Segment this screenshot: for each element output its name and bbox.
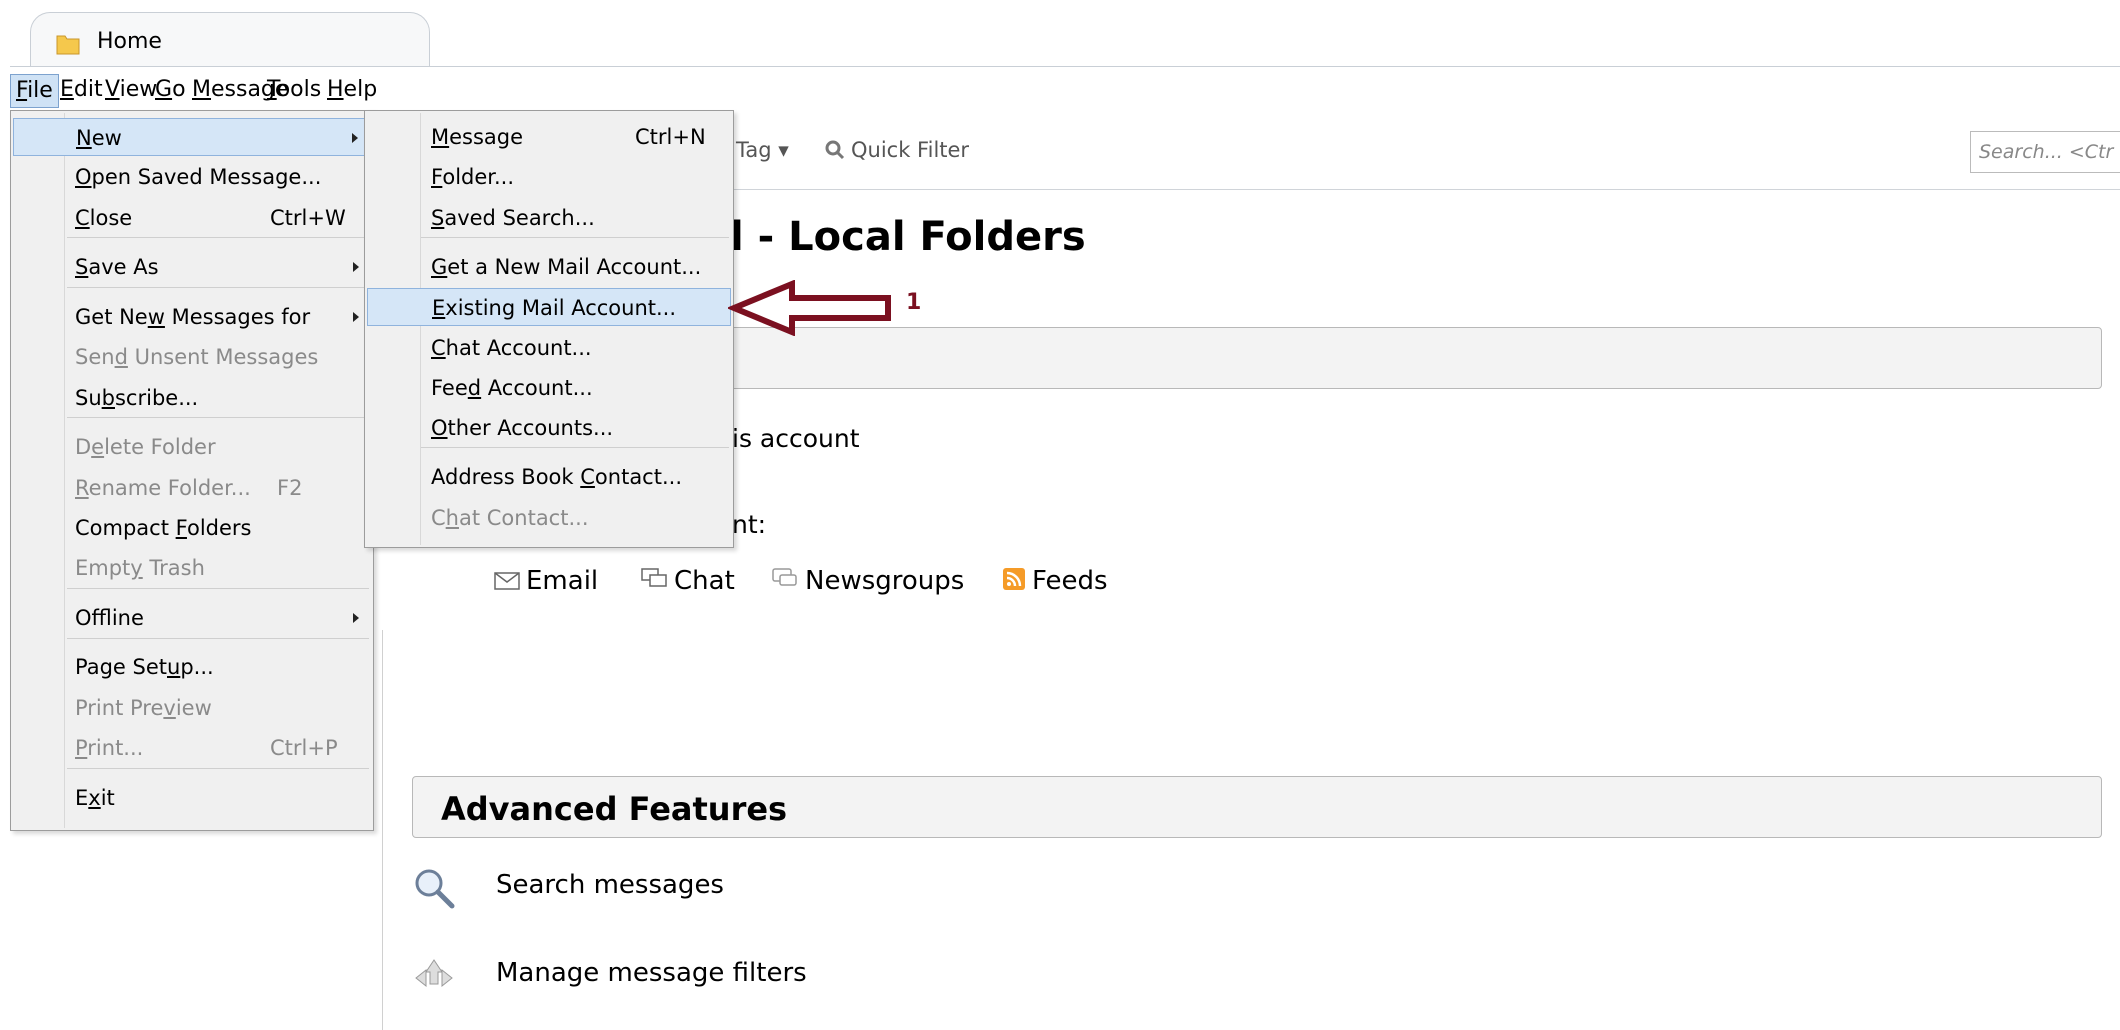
file-menu-item-exit[interactable]: Exit: [13, 779, 371, 817]
tab-label: Home: [97, 29, 162, 54]
new-submenu: Message Ctrl+N Folder... Saved Search... Get…: [364, 110, 734, 548]
folder-icon: [56, 35, 80, 55]
chat-icon: [641, 568, 667, 587]
file-menu-item-page-setup[interactable]: Page Setup...: [13, 648, 371, 686]
annotation-arrow-icon: [728, 280, 891, 336]
folder-pane-divider: [382, 630, 383, 1030]
new-menu-item-other-accounts[interactable]: Other Accounts...: [367, 409, 731, 447]
new-menu-item-address-book-contact[interactable]: Address Book Contact...: [367, 458, 731, 496]
file-menu-item-send-unsent-messages: Send Unsent Messages: [75, 345, 319, 369]
file-menu-item-compact-folders[interactable]: Compact Folders: [13, 509, 371, 547]
submenu-arrow-icon: [352, 133, 358, 143]
file-menu-item-offline[interactable]: Offline: [13, 599, 371, 637]
advanced-features-header: Advanced Features: [412, 776, 2102, 838]
new-menu-item-message[interactable]: Message Ctrl+N: [367, 118, 731, 156]
file-menu-item-empty-trash: Empty Trash: [75, 556, 205, 580]
menu-separator: [67, 588, 369, 589]
filter-icon: [415, 959, 453, 988]
file-menu-item-print: Print... Ctrl+P: [75, 736, 338, 760]
file-menu-item-delete-folder: Delete Folder: [75, 435, 216, 459]
menu-separator: [421, 447, 729, 448]
account-title: l - Local Folders: [730, 214, 1086, 260]
menu-go[interactable]: Go: [150, 74, 191, 106]
create-feeds-link[interactable]: Feeds: [1002, 566, 1108, 596]
newsgroups-icon: [772, 568, 797, 586]
new-menu-item-saved-search[interactable]: Saved Search...: [367, 199, 731, 237]
menu-help[interactable]: Help: [322, 74, 382, 106]
create-chat-link[interactable]: Chat: [640, 566, 735, 596]
envelope-icon: [494, 572, 520, 590]
menu-separator: [67, 417, 369, 418]
create-account-text: nt:: [732, 510, 767, 539]
menu-separator: [67, 768, 369, 769]
create-email-link[interactable]: Email: [494, 566, 598, 596]
menu-separator: [67, 287, 369, 288]
submenu-arrow-icon: [353, 613, 359, 623]
file-menu-item-print-preview: Print Preview: [75, 696, 212, 720]
magnifier-icon: [415, 869, 455, 909]
menu-tools[interactable]: Tools: [262, 74, 326, 106]
file-menu-item-rename-folder: Rename Folder... F2: [75, 476, 303, 500]
new-menu-item-feed-account[interactable]: Feed Account...: [367, 369, 731, 407]
file-menu-item-subscribe[interactable]: Subscribe...: [13, 379, 371, 417]
manage-filters-label: Manage message filters: [496, 958, 807, 988]
new-menu-item-get-a-new-mail-account[interactable]: Get a New Mail Account...: [367, 248, 731, 286]
file-menu-item-get-new-messages-for[interactable]: Get New Messages for: [13, 298, 371, 336]
new-menu-item-folder[interactable]: Folder...: [367, 158, 731, 196]
file-menu-item-new[interactable]: New: [13, 118, 371, 156]
submenu-arrow-icon: [353, 312, 359, 322]
file-menu-item-close[interactable]: Close Ctrl+W: [13, 199, 371, 237]
advanced-features-title: Advanced Features: [441, 790, 788, 828]
tag-button[interactable]: Tag ▾: [736, 138, 789, 162]
search-input[interactable]: Search... <Ctr: [1970, 131, 2120, 173]
quick-filter-button[interactable]: Quick Filter: [825, 138, 969, 162]
menu-separator: [67, 638, 369, 639]
new-menu-item-chat-contact: Chat Contact...: [431, 506, 589, 530]
magnifier-icon: [825, 140, 845, 160]
read-account-text: is account: [732, 424, 860, 453]
new-menu-item-chat-account[interactable]: Chat Account...: [367, 329, 731, 367]
file-menu: New Open Saved Message... Close Ctrl+W Save …: [10, 110, 374, 831]
menu-file[interactable]: File: [10, 74, 59, 108]
annotation-number: 1: [906, 290, 922, 315]
new-menu-item-existing-mail-account[interactable]: Existing Mail Account...: [367, 288, 731, 326]
menu-separator: [67, 237, 369, 238]
menubar: File Edit View Go Message Tools Help: [10, 70, 2120, 110]
menu-separator: [421, 237, 729, 238]
tab-home[interactable]: Home: [30, 12, 430, 66]
rss-feed-icon: [1003, 568, 1025, 590]
file-menu-item-save-as[interactable]: Save As: [13, 248, 371, 286]
file-menu-item-open-saved-message[interactable]: Open Saved Message...: [13, 158, 371, 196]
search-messages-label: Search messages: [496, 870, 724, 900]
create-newsgroups-link[interactable]: Newsgroups: [771, 566, 964, 596]
submenu-arrow-icon: [353, 262, 359, 272]
